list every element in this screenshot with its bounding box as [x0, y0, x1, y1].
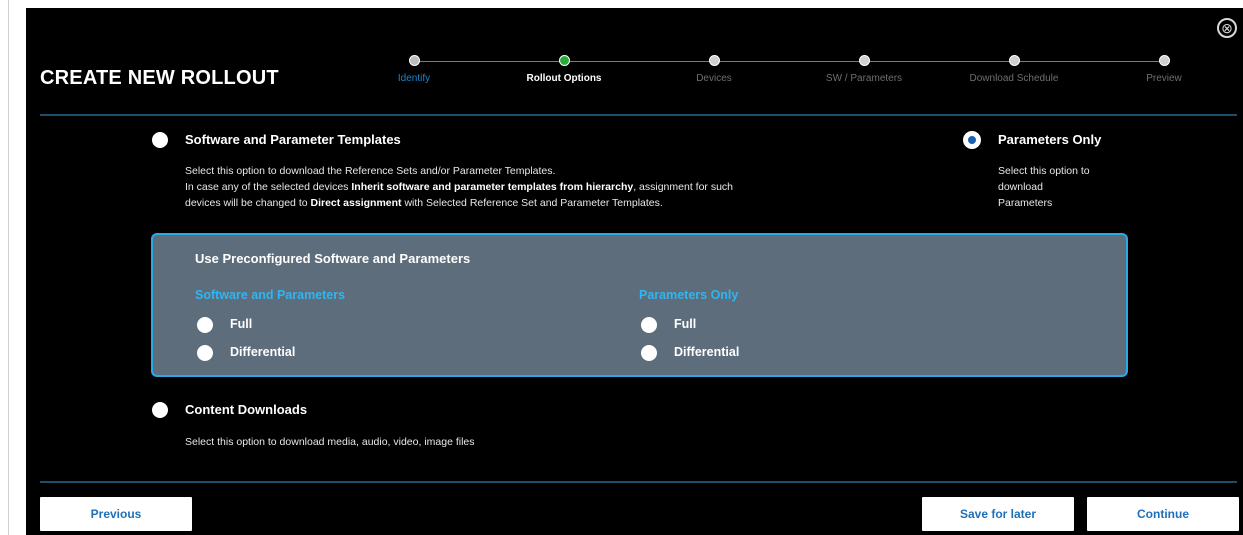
preconfigured-panel: Use Preconfigured Software and Parameter… — [151, 233, 1128, 377]
sw-param-templates-title: Software and Parameter Templates — [185, 132, 401, 147]
step-dot — [1008, 55, 1020, 66]
sw-differential-label: Differential — [230, 345, 296, 359]
params-only-group-title: Parameters Only — [639, 288, 739, 302]
params-differential-label: Differential — [674, 345, 740, 359]
step-dot — [558, 55, 570, 66]
desc-line: download — [998, 181, 1043, 193]
wizard-stepper: Identify Rollout Options Devices SW / Pa… — [366, 55, 1226, 95]
step-label: Download Schedule — [969, 73, 1059, 84]
sw-full-label: Full — [230, 317, 253, 331]
sw-param-templates-description: Select this option to download the Refer… — [185, 163, 945, 211]
sw-full-radio[interactable] — [197, 317, 213, 333]
desc-line: Select this option to — [998, 165, 1090, 177]
parameters-only-radio[interactable] — [964, 132, 980, 148]
step-label: Rollout Options — [526, 73, 602, 84]
desc-text: devices will be changed to — [185, 197, 311, 209]
sw-differential-radio[interactable] — [197, 345, 213, 361]
step-dot — [708, 55, 720, 66]
desc-line: Parameters — [998, 197, 1053, 209]
params-full-radio[interactable] — [641, 317, 657, 333]
page-title: CREATE NEW ROLLOUT — [40, 67, 279, 89]
step-label: Identify — [397, 73, 431, 84]
close-icon[interactable]: ⊗ — [1217, 18, 1237, 38]
content-downloads-title: Content Downloads — [185, 402, 308, 417]
params-differential-radio[interactable] — [641, 345, 657, 361]
header-divider — [40, 114, 1237, 116]
step-download-schedule[interactable]: Download Schedule — [944, 55, 1084, 84]
params-full-label: Full — [674, 317, 697, 331]
desc-text: In case any of the selected devices — [185, 181, 352, 193]
content-downloads-description: Select this option to download media, au… — [185, 436, 475, 448]
parameters-only-description: Select this option to download Parameter… — [998, 163, 1158, 211]
desc-line: Select this option to download the Refer… — [185, 165, 556, 177]
step-devices[interactable]: Devices — [644, 55, 784, 84]
step-rollout-options[interactable]: Rollout Options — [494, 55, 634, 84]
create-rollout-modal: ⊗ CREATE NEW ROLLOUT Identify Rollout Op… — [26, 8, 1243, 535]
page-edge-line — [8, 0, 9, 535]
parameters-only-title: Parameters Only — [998, 132, 1102, 147]
desc-line: In case any of the selected devices Inhe… — [185, 179, 945, 195]
save-for-later-button[interactable]: Save for later — [922, 497, 1074, 531]
desc-line: devices will be changed to Direct assign… — [185, 195, 945, 211]
content-downloads-radio[interactable] — [152, 402, 168, 418]
step-preview[interactable]: Preview — [1094, 55, 1234, 84]
sw-param-templates-radio[interactable] — [152, 132, 168, 148]
step-dot — [858, 55, 870, 66]
previous-button[interactable]: Previous — [40, 497, 192, 531]
continue-button[interactable]: Continue — [1087, 497, 1239, 531]
step-identify[interactable]: Identify — [344, 55, 484, 84]
step-label: Preview — [1146, 73, 1182, 84]
step-dot — [1158, 55, 1170, 66]
footer-divider — [40, 481, 1237, 483]
sw-params-group-title: Software and Parameters — [195, 288, 346, 302]
step-label: Devices — [696, 73, 732, 84]
step-sw-parameters[interactable]: SW / Parameters — [794, 55, 934, 84]
desc-text: with Selected Reference Set and Paramete… — [401, 197, 663, 209]
step-dot — [408, 55, 420, 66]
desc-emphasis: Direct assignment — [310, 197, 402, 209]
desc-text: , assignment for such — [633, 181, 733, 193]
preconfigured-title: Use Preconfigured Software and Parameter… — [195, 251, 471, 266]
desc-emphasis: Inherit software and parameter templates… — [351, 181, 634, 193]
step-label: SW / Parameters — [825, 73, 903, 84]
